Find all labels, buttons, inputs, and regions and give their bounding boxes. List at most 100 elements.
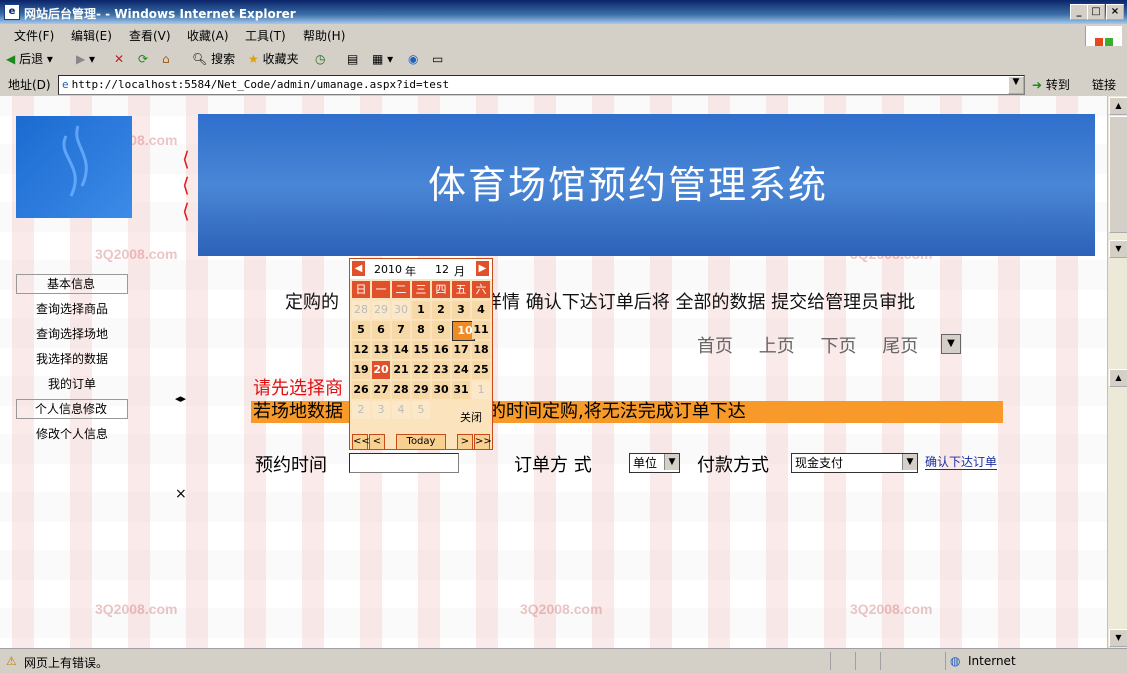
- address-dropdown[interactable]: ▼: [1008, 76, 1024, 94]
- calendar-day[interactable]: 29: [372, 301, 390, 319]
- history-icon[interactable]: ◷: [313, 49, 327, 69]
- calendar-day[interactable]: 2: [432, 301, 450, 319]
- menu-help[interactable]: 帮助(H): [303, 27, 345, 44]
- calendar-day[interactable]: 1: [472, 381, 490, 399]
- sidebar-item-my-selection[interactable]: 我选择的数据: [16, 347, 130, 372]
- calendar-day[interactable]: 27: [372, 381, 390, 399]
- calendar-day[interactable]: 17: [452, 341, 470, 359]
- sidebar-item-basic-info[interactable]: 基本信息: [16, 274, 128, 294]
- forward-button[interactable]: ▶ ▾: [74, 49, 97, 69]
- calendar-day[interactable]: 5: [352, 321, 370, 339]
- messenger-icon[interactable]: ◉: [406, 49, 420, 69]
- calendar-day[interactable]: 4: [472, 301, 490, 319]
- calendar-day[interactable]: 6: [372, 321, 390, 339]
- calendar-next-icon[interactable]: ▶: [476, 261, 489, 276]
- warning-icon[interactable]: ⚠: [6, 654, 17, 668]
- calendar-day[interactable]: 30: [392, 301, 410, 319]
- discuss-icon[interactable]: ▭: [430, 49, 445, 69]
- print-icon[interactable]: ▤: [345, 49, 360, 69]
- calendar-day[interactable]: 13: [372, 341, 390, 359]
- calendar-next-year-button[interactable]: >>: [474, 434, 492, 450]
- calendar-day[interactable]: 30: [432, 381, 450, 399]
- search-button[interactable]: 🔍︎ 搜索: [190, 49, 237, 69]
- maximize-button[interactable]: □: [1087, 4, 1105, 20]
- collapse-arrow-icon[interactable]: ◂▸: [175, 392, 186, 405]
- scroll-up-icon[interactable]: ▲: [1109, 369, 1127, 387]
- toolbar: ◀ 后退 ▾ ▶ ▾ ✕ ⟳ ⌂ 🔍︎ 搜索 ★ 收藏夹 ◷ ▤ ▦ ▾ ◉ ▭: [0, 46, 1127, 73]
- calendar-day[interactable]: 22: [412, 361, 430, 379]
- booking-time-input[interactable]: [349, 453, 459, 473]
- edit-icon[interactable]: ▦ ▾: [370, 49, 395, 69]
- payment-select[interactable]: 现金支付 ▼: [791, 453, 918, 473]
- home-icon[interactable]: ⌂: [160, 49, 172, 69]
- menu-edit[interactable]: 编辑(E): [71, 27, 112, 44]
- stop-icon[interactable]: ✕: [112, 49, 126, 69]
- refresh-icon[interactable]: ⟳: [136, 49, 150, 69]
- pager-next[interactable]: 下页: [820, 336, 856, 357]
- scrollbar-thumb[interactable]: [1109, 116, 1127, 233]
- calendar-day[interactable]: 18: [472, 341, 490, 359]
- scroll-down-icon[interactable]: ▼: [1109, 240, 1127, 258]
- calendar-day[interactable]: 11: [472, 321, 490, 339]
- calendar-day[interactable]: 20: [372, 361, 390, 379]
- calendar-prev-month-button[interactable]: <: [369, 434, 385, 450]
- calendar-day[interactable]: 1: [412, 301, 430, 319]
- calendar-next-month-button[interactable]: >: [457, 434, 473, 450]
- pager-prev[interactable]: 上页: [759, 336, 795, 357]
- calendar-day[interactable]: 3: [372, 401, 390, 419]
- menu-favorites[interactable]: 收藏(A): [187, 27, 229, 44]
- favorites-button[interactable]: ★ 收藏夹: [246, 49, 301, 69]
- menu-view[interactable]: 查看(V): [129, 27, 171, 44]
- calendar-day[interactable]: 2: [352, 401, 370, 419]
- scroll-up-icon[interactable]: ▲: [1109, 97, 1127, 115]
- calendar-day[interactable]: 28: [352, 301, 370, 319]
- calendar-day[interactable]: 12: [352, 341, 370, 359]
- go-button[interactable]: ➜ 转到: [1032, 76, 1070, 93]
- order-type-select[interactable]: 单位 ▼: [629, 453, 680, 473]
- calendar-day[interactable]: 31: [452, 381, 470, 399]
- calendar-today-button[interactable]: Today: [396, 434, 446, 450]
- submit-order-button[interactable]: 确认下达订单: [925, 453, 998, 470]
- menu-file[interactable]: 文件(F): [14, 27, 54, 44]
- page-select-dropdown[interactable]: ▼: [941, 334, 961, 354]
- calendar-close-button[interactable]: 关闭: [460, 409, 482, 425]
- pager-first[interactable]: 首页: [697, 336, 733, 357]
- calendar-day[interactable]: 26: [352, 381, 370, 399]
- calendar-day[interactable]: 16: [432, 341, 450, 359]
- calendar-day[interactable]: 24: [452, 361, 470, 379]
- back-button[interactable]: ◀ 后退 ▾: [4, 49, 55, 69]
- calendar-day[interactable]: 14: [392, 341, 410, 359]
- calendar-day[interactable]: 28: [392, 381, 410, 399]
- calendar-day[interactable]: 23: [432, 361, 450, 379]
- calendar-day[interactable]: 15: [412, 341, 430, 359]
- calendar-day[interactable]: 25: [472, 361, 490, 379]
- calendar-day[interactable]: 9: [432, 321, 450, 339]
- close-window-button[interactable]: ×: [1106, 4, 1124, 20]
- calendar-day[interactable]: 19: [352, 361, 370, 379]
- sidebar-item-edit-profile[interactable]: 修改个人信息: [16, 422, 130, 447]
- minimize-button[interactable]: _: [1070, 4, 1088, 20]
- calendar-day[interactable]: 5: [412, 401, 430, 419]
- calendar-prev-year-button[interactable]: <<: [352, 434, 370, 450]
- menu-tools[interactable]: 工具(T): [245, 27, 286, 44]
- close-icon[interactable]: ×: [175, 486, 187, 502]
- calendar-prev-icon[interactable]: ◀: [352, 261, 365, 276]
- sidebar-item-profile-edit[interactable]: 个人信息修改: [16, 399, 128, 419]
- calendar-day[interactable]: 4: [392, 401, 410, 419]
- calendar-month[interactable]: 12: [435, 263, 449, 276]
- sidebar-item-query-venue[interactable]: 查询选择场地: [16, 322, 130, 347]
- watermark-text: 3Q2008.com: [850, 601, 933, 617]
- scroll-down-icon[interactable]: ▼: [1109, 629, 1127, 647]
- pager-last[interactable]: 尾页: [882, 336, 918, 357]
- links-button[interactable]: 链接: [1092, 76, 1116, 93]
- address-input[interactable]: e http://localhost:5584/Net_Code/admin/um…: [58, 75, 1025, 95]
- calendar-day[interactable]: 8: [412, 321, 430, 339]
- calendar-day[interactable]: 3: [452, 301, 470, 319]
- calendar-day[interactable]: 29: [412, 381, 430, 399]
- vertical-scrollbar[interactable]: ▲ ▼ ▲ ▼: [1107, 96, 1127, 648]
- calendar-day[interactable]: 7: [392, 321, 410, 339]
- sidebar-item-query-goods[interactable]: 查询选择商品: [16, 297, 130, 322]
- calendar-year[interactable]: 2010: [374, 263, 402, 276]
- calendar-day[interactable]: 21: [392, 361, 410, 379]
- sidebar-item-my-orders[interactable]: 我的订单: [16, 372, 130, 397]
